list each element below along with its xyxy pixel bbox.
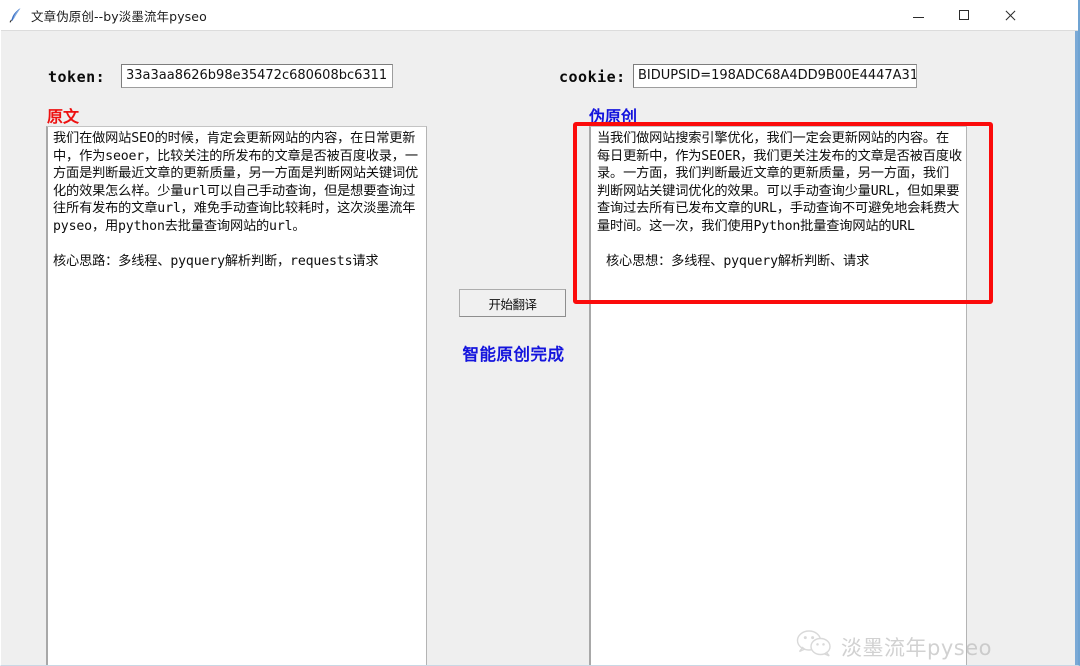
rewrite-panel-heading: 伪原创 <box>589 107 638 126</box>
original-text-area[interactable]: 我们在做网站SEO的时候，肯定会更新网站的内容，在日常更新中，作为seoer，比… <box>46 126 427 665</box>
maximize-icon <box>959 10 969 20</box>
cookie-input[interactable]: BIDUPSID=198ADC68A4DD9B00E4447A31- <box>633 64 917 88</box>
original-paragraph-spacer <box>53 236 422 254</box>
watermark: 淡墨流年pyseo <box>796 629 992 664</box>
application-window: 文章伪原创--by淡墨流年pyseo token: 33a3aa8626b98e… <box>0 0 1080 666</box>
token-input[interactable]: 33a3aa8626b98e35472c680608bc6311 <box>121 64 393 88</box>
window-right-border <box>1075 31 1078 665</box>
original-paragraph-1: 我们在做网站SEO的时候，肯定会更新网站的内容，在日常更新中，作为seoer，比… <box>53 131 419 234</box>
wechat-icon <box>796 629 832 664</box>
watermark-text: 淡墨流年pyseo <box>841 635 992 660</box>
original-paragraph-2: 核心思路：多线程、pyquery解析判断，requests请求 <box>53 254 379 270</box>
close-icon <box>1004 9 1016 21</box>
rewrite-paragraph-spacer <box>596 236 962 254</box>
status-text: 智能原创完成 <box>462 345 565 364</box>
client-area: token: 33a3aa8626b98e35472c680608bc6311 … <box>1 31 1078 665</box>
start-translate-button[interactable]: 开始翻译 <box>459 289 566 317</box>
cookie-label: cookie: <box>559 68 626 86</box>
rewrite-paragraph-2: 核心思想：多线程、pyquery解析判断、请求 <box>606 254 870 270</box>
window-title: 文章伪原创--by淡墨流年pyseo <box>31 8 207 24</box>
maximize-button[interactable] <box>941 0 987 30</box>
minimize-icon <box>912 16 924 18</box>
title-bar: 文章伪原创--by淡墨流年pyseo <box>1 0 1078 31</box>
token-label: token: <box>48 68 106 86</box>
rewrite-paragraph-1: 当我们做网站搜索引擎优化，我们一定会更新网站的内容。在每日更新中，作为SEOER… <box>597 131 962 234</box>
feather-pen-icon <box>7 6 25 24</box>
minimize-button[interactable] <box>895 0 941 30</box>
close-button[interactable] <box>987 0 1033 30</box>
original-panel-heading: 原文 <box>47 107 80 126</box>
rewrite-text-area[interactable]: 当我们做网站搜索引擎优化，我们一定会更新网站的内容。在每日更新中，作为SEOER… <box>589 126 967 665</box>
